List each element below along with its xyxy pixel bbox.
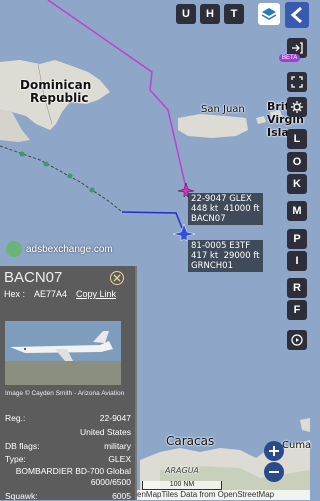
aircraft-tag-grnch01[interactable]: 81-0005 E3TF 417 kt 29000 ft GRNCH01: [188, 240, 263, 272]
minus-icon: [269, 471, 279, 473]
map-label-dominican: Dominican: [20, 78, 92, 92]
hex-value: AE77A4: [34, 289, 68, 299]
replay-icon: [291, 334, 303, 346]
sidebar-button-o[interactable]: O: [287, 152, 307, 172]
h-button[interactable]: H: [200, 4, 220, 24]
t-button[interactable]: T: [224, 4, 244, 24]
fullscreen-button[interactable]: [287, 72, 307, 92]
panel-callsign: BACN07: [4, 269, 63, 286]
sidebar-button-m[interactable]: M: [287, 201, 307, 221]
aircraft-info-panel: BACN07 Hex : AE77A4 Copy Link Image © Ca…: [0, 266, 137, 501]
gear-icon: [291, 101, 303, 113]
puerto-rico-land: [178, 114, 248, 138]
map-attribution[interactable]: enMapTiles Data from OpenStreetMap: [137, 490, 310, 500]
expand-icon: [291, 76, 303, 88]
airplane-photo-image: [5, 321, 121, 385]
photo-credit: Image © Cayden Smith - Arizona Aviation: [5, 390, 125, 397]
aircraft-tag-bacn07[interactable]: 22-9047 GLEX 448 kt 41000 ft BACN07: [188, 193, 263, 225]
replay-button[interactable]: [287, 330, 307, 350]
map-label-san-juan: San Juan: [201, 104, 245, 115]
sidebar-button-f[interactable]: F: [287, 300, 307, 320]
settings-button[interactable]: [287, 97, 307, 117]
sidebar-button-k[interactable]: K: [287, 174, 307, 194]
back-button[interactable]: [285, 2, 309, 28]
map-label-republic: Republic: [30, 91, 89, 105]
adsbexchange-watermark: adsbexchange.com: [6, 241, 113, 257]
sidebar-button-i[interactable]: I: [287, 251, 307, 271]
map-label-caracas: Caracas: [166, 434, 215, 448]
sidebar-button-l[interactable]: L: [287, 129, 307, 149]
adsbx-logo-icon: [6, 241, 22, 257]
layers-icon: [261, 8, 277, 20]
zoom-out-button[interactable]: [264, 462, 284, 482]
copy-link[interactable]: Copy Link: [76, 289, 116, 299]
sidebar-button-p[interactable]: P: [287, 229, 307, 249]
close-button[interactable]: [110, 271, 124, 285]
hex-label: Hex :: [4, 289, 26, 299]
scale-bar: 100 NM: [142, 481, 222, 490]
aircraft-photo[interactable]: [5, 321, 121, 385]
map-label-cumana: Cuma: [282, 440, 312, 451]
u-button[interactable]: U: [176, 4, 196, 24]
layers-button[interactable]: [258, 3, 280, 25]
close-icon: [113, 274, 121, 282]
sign-in-icon: [292, 42, 303, 54]
beta-badge: BETA: [279, 54, 301, 62]
plus-icon: [269, 446, 279, 456]
map-label-aragua: ARAGUA: [165, 466, 200, 475]
zoom-in-button[interactable]: [264, 441, 284, 461]
chevron-left-icon: [290, 6, 302, 24]
sidebar-button-r[interactable]: R: [287, 278, 307, 298]
